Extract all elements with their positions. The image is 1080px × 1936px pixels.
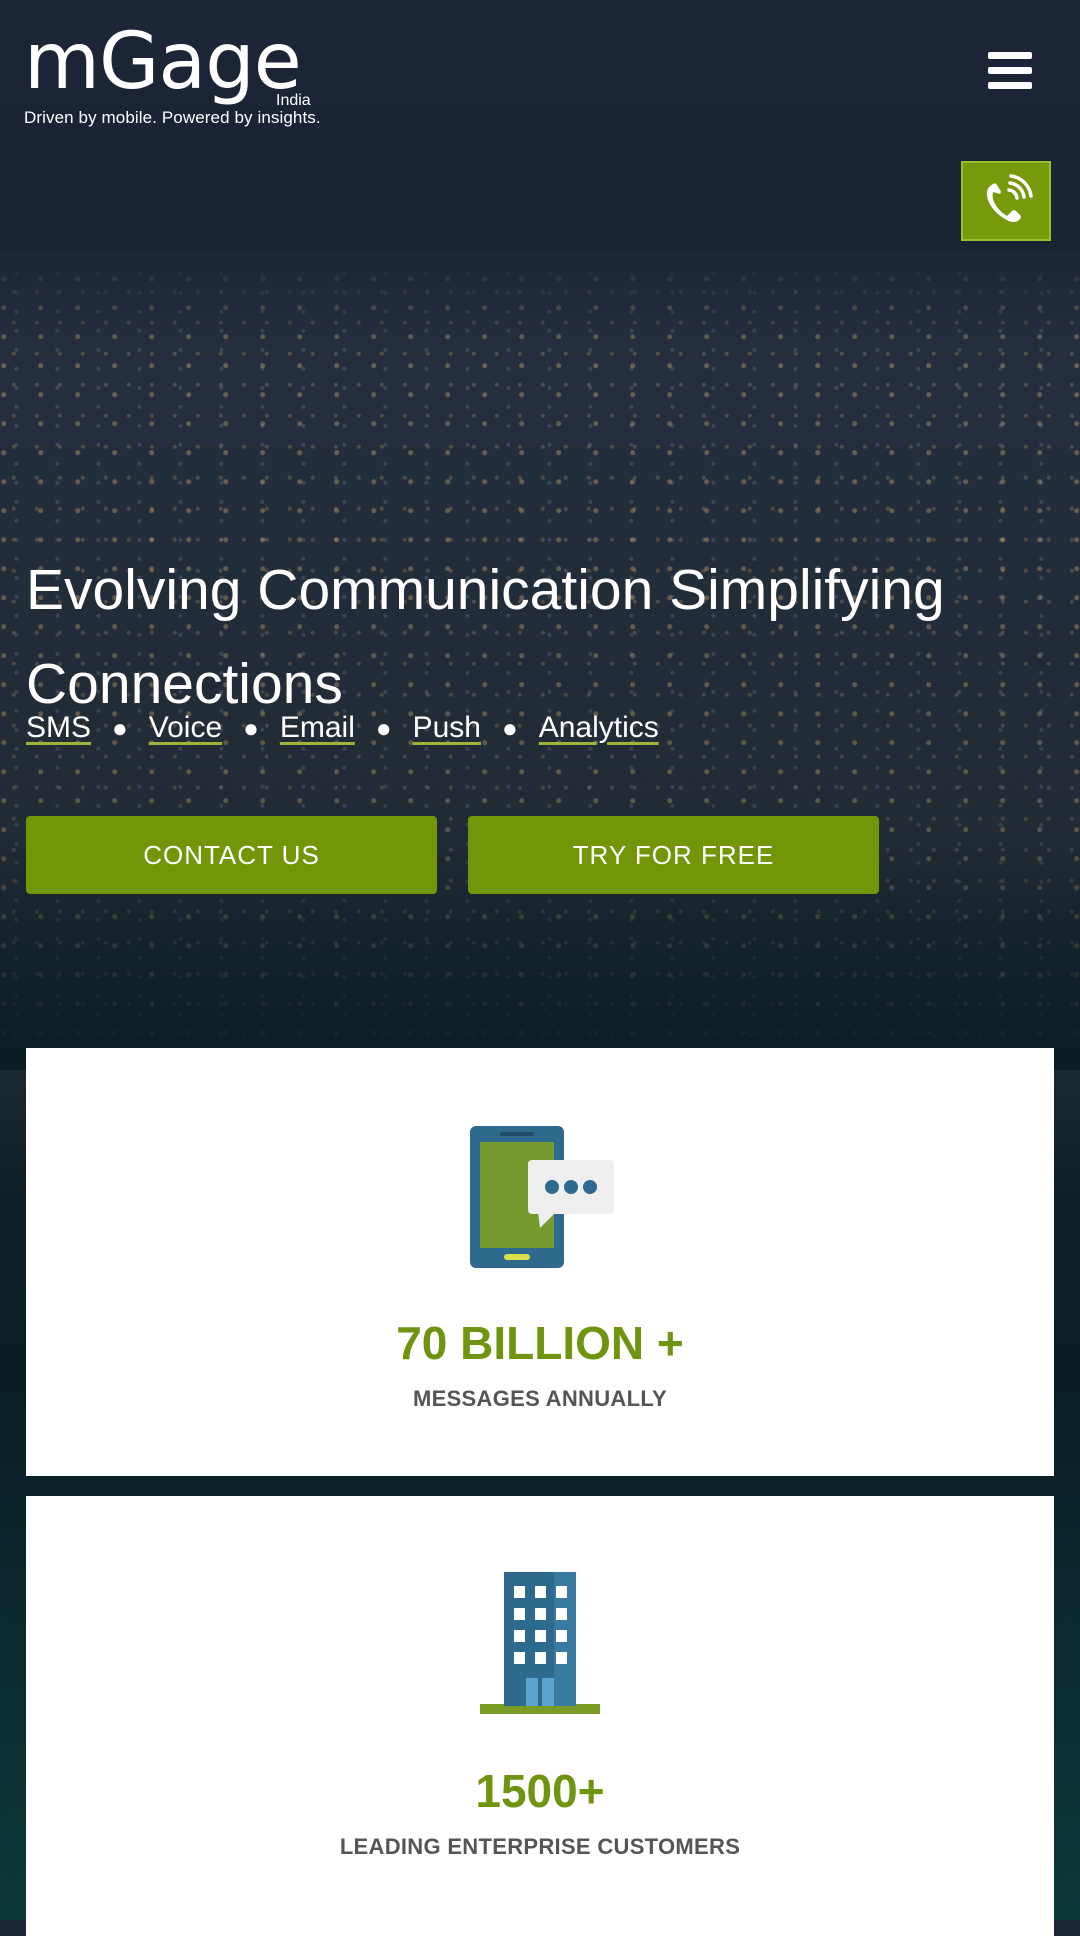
service-link-analytics[interactable]: Analytics [539,711,659,745]
mgage-logo[interactable]: mGage India Driven by mobile. Powered by… [24,22,321,128]
try-for-free-button[interactable]: TRY FOR FREE [468,816,879,894]
contact-us-button[interactable]: CONTACT US [26,816,437,894]
phone-call-icon [986,174,1033,222]
stat-label: MESSAGES ANNUALLY [412,1386,668,1411]
services-list: SMS ● Voice ● Email ● Push ● Analytics [26,711,659,745]
service-link-push[interactable]: Push [413,711,481,745]
mobile-message-icon [470,1126,614,1268]
separator-dot: ● [243,712,259,743]
stat-card-customers: 1500+ LEADING ENTERPRISE CUSTOMERS [26,1496,1054,1936]
stat-value: 1500+ [475,1765,605,1817]
logo-region: India [276,92,311,109]
separator-dot: ● [501,712,518,743]
service-link-voice[interactable]: Voice [149,711,222,745]
separator-dot: ● [375,712,392,743]
service-link-email[interactable]: Email [280,711,355,745]
call-button[interactable] [961,161,1051,241]
hamburger-menu-icon[interactable] [988,52,1032,90]
stat-card-messages: 70 BILLION + MESSAGES ANNUALLY [26,1048,1054,1476]
logo-wordmark: mGage [24,17,302,107]
hero-title: Evolving Communication Simplifying Conne… [26,558,945,717]
service-link-sms[interactable]: SMS [26,711,91,745]
logo-tagline: Driven by mobile. Powered by insights. [24,108,321,127]
separator-dot: ● [112,712,128,743]
stat-label: LEADING ENTERPRISE CUSTOMERS [339,1834,741,1859]
stat-value: 70 BILLION + [396,1317,684,1369]
office-building-icon [480,1572,600,1714]
